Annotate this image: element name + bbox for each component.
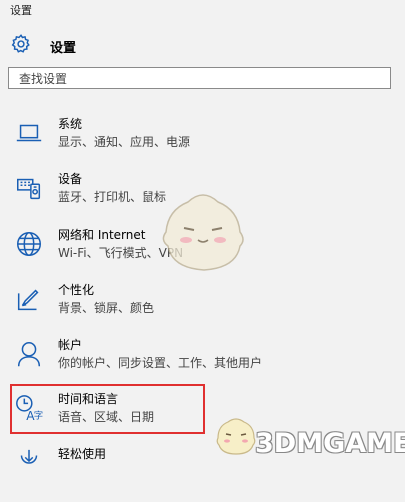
item-name: 时间和语言 — [58, 392, 119, 406]
settings-header: 设置 — [10, 34, 76, 58]
item-name: 个性化 — [58, 283, 95, 297]
item-desc: 语音、区域、日期 — [58, 410, 155, 424]
svg-text:字: 字 — [34, 409, 43, 421]
watermark-text: 3DMGAME — [255, 428, 405, 459]
settings-item-system[interactable]: 系统 显示、通知、应用、电源 — [10, 116, 390, 172]
item-desc: 显示、通知、应用、电源 — [58, 135, 191, 149]
person-icon — [12, 337, 46, 371]
item-desc: 你的帐户、同步设置、工作、其他用户 — [58, 356, 263, 370]
globe-icon — [12, 227, 46, 261]
settings-item-network[interactable]: 网络和 Internet Wi-Fi、飞行模式、VPN — [10, 227, 390, 283]
personalization-icon — [12, 282, 46, 316]
search-box[interactable] — [8, 67, 391, 89]
settings-item-accounts[interactable]: 帐户 你的帐户、同步设置、工作、其他用户 — [10, 337, 390, 393]
item-name: 轻松使用 — [58, 447, 107, 461]
window-title: 设置 — [10, 4, 32, 17]
devices-icon — [12, 171, 46, 205]
time-language-icon: A 字 — [12, 391, 46, 425]
gear-icon — [10, 33, 32, 59]
item-desc: 背景、锁屏、颜色 — [58, 301, 155, 315]
search-input[interactable] — [9, 69, 390, 89]
item-name: 帐户 — [58, 338, 83, 352]
item-name: 系统 — [58, 117, 83, 131]
item-name: 网络和 Internet — [58, 228, 146, 242]
laptop-icon — [12, 116, 46, 150]
settings-item-devices[interactable]: 设备 蓝牙、打印机、鼠标 — [10, 171, 390, 227]
settings-item-personalization[interactable]: 个性化 背景、锁屏、颜色 — [10, 282, 390, 338]
item-desc: 蓝牙、打印机、鼠标 — [58, 190, 167, 204]
page-title: 设置 — [50, 40, 77, 56]
ease-of-access-icon — [12, 446, 46, 480]
item-desc: Wi-Fi、飞行模式、VPN — [58, 246, 184, 260]
item-name: 设备 — [58, 172, 83, 186]
